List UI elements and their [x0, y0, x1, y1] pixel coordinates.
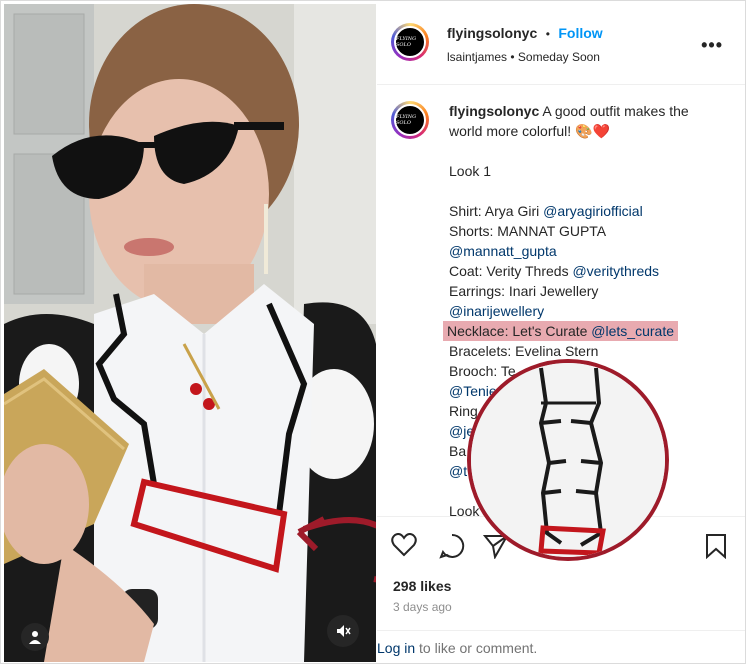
bag-mention[interactable]: @t [449, 463, 467, 479]
caption-avatar-logo: FLYING SOLO [396, 114, 417, 126]
coat-mention[interactable]: @veritythreds [572, 263, 659, 279]
caption-text-2: world more colorful! 🎨❤️ [449, 123, 610, 139]
necklace-mention[interactable]: @lets_curate [591, 323, 674, 339]
post-frame: FLYING SOLO flyingsolonyc • Follow lsain… [0, 0, 746, 664]
necklace-closeup-overlay [467, 359, 669, 561]
caption-avatar[interactable]: FLYING SOLO [391, 101, 429, 139]
follow-button[interactable]: Follow [558, 25, 602, 41]
caption-earrings: Earrings: Inari Jewellery [449, 283, 599, 299]
caption-text-1: A good outfit makes the [542, 103, 689, 119]
bookmark-icon[interactable] [705, 533, 727, 564]
login-rest: to like or comment. [415, 640, 538, 656]
post-date[interactable]: 3 days ago [393, 600, 452, 614]
mute-icon[interactable] [327, 615, 359, 647]
heart-icon[interactable] [391, 533, 417, 562]
post-header: FLYING SOLO flyingsolonyc • Follow lsain… [377, 1, 745, 85]
post-panel: FLYING SOLO flyingsolonyc • Follow lsain… [377, 1, 745, 663]
header-separator: • [545, 27, 550, 41]
caption-username[interactable]: flyingsolonyc [449, 103, 539, 119]
avatar-logo: FLYING SOLO [396, 36, 417, 48]
shorts-mention[interactable]: @mannatt_gupta [449, 243, 557, 259]
post-photo[interactable] [4, 4, 376, 662]
shirt-mention[interactable]: @aryagiriofficial [543, 203, 643, 219]
comment-icon[interactable] [439, 533, 465, 564]
avatar[interactable]: FLYING SOLO [391, 23, 429, 61]
caption-shorts: Shorts: MANNAT GUPTA [449, 223, 607, 239]
caption-bracelets: Bracelets: Evelina Stern [449, 343, 599, 359]
caption-look1: Look 1 [449, 163, 492, 179]
necklace-highlight: Necklace: Let's Curate @lets_curate [443, 321, 678, 341]
more-icon[interactable]: ••• [701, 35, 723, 56]
user-tag-icon[interactable] [21, 623, 49, 651]
caption-necklace: Necklace: Let's Curate [447, 323, 592, 339]
caption-shirt: Shirt: Arya Giri [449, 203, 544, 219]
likes-count[interactable]: 298 likes [393, 578, 451, 594]
music-separator: • [510, 50, 518, 64]
caption-coat: Coat: Verity Threds [449, 263, 573, 279]
music-title[interactable]: Someday Soon [518, 50, 600, 64]
earrings-mention[interactable]: @inarijewellery [449, 303, 544, 319]
login-link[interactable]: Log in [377, 640, 415, 656]
music-artist[interactable]: lsaintjames [447, 50, 507, 64]
header-username[interactable]: flyingsolonyc [447, 25, 537, 41]
login-bar: Log in to like or comment. [377, 630, 745, 663]
